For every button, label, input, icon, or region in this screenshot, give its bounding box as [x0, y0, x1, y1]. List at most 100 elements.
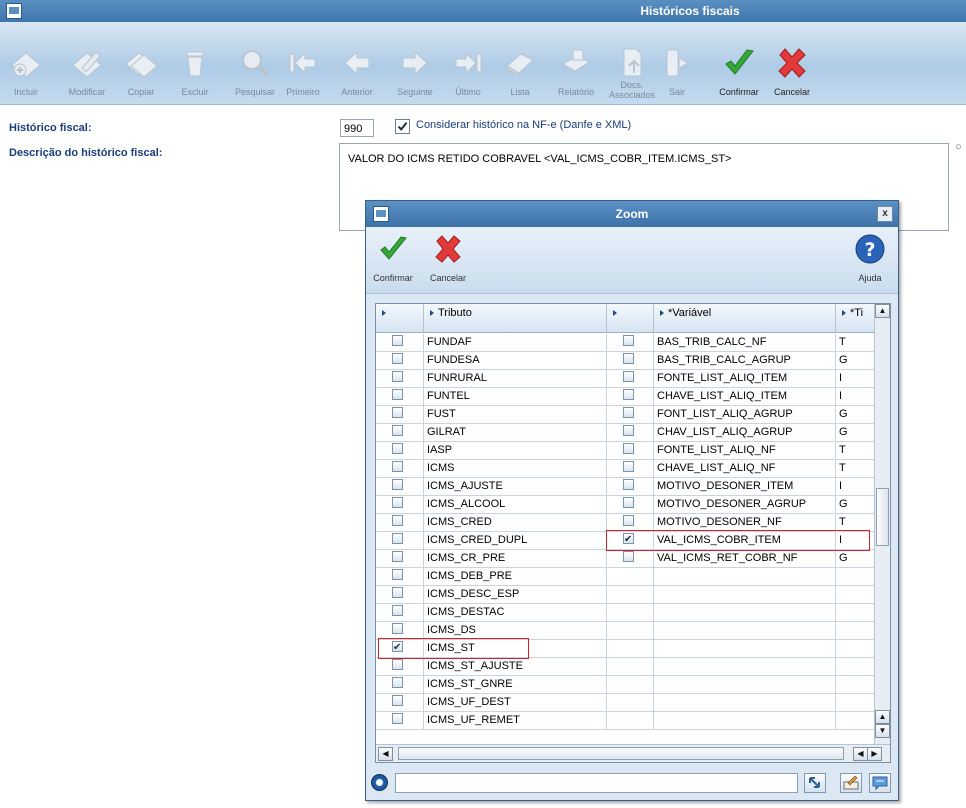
scroll-up-small-icon[interactable]: ▲ [875, 710, 890, 724]
table-row[interactable]: IASP FONTE_LIST_ALIQ_NF T [376, 442, 875, 460]
table-row[interactable]: ICMS_UF_REMET [376, 712, 875, 730]
tributo-checkbox[interactable] [392, 659, 403, 670]
tributo-checkbox[interactable] [392, 713, 403, 724]
toolbar-button-docs-[interactable]: Docs. Associados [605, 22, 659, 104]
table-row[interactable]: ICMS_DESC_ESP [376, 586, 875, 604]
table-row[interactable]: FUST FONT_LIST_ALIQ_AGRUP G [376, 406, 875, 424]
scroll-left-icon[interactable]: ◀ [378, 747, 393, 761]
toolbar-button-primeiro[interactable]: Primeiro [280, 22, 326, 104]
header-select-variavel[interactable] [607, 304, 654, 332]
toolbar-button-copiar[interactable]: Copiar [117, 22, 165, 104]
tributo-checkbox[interactable] [392, 371, 403, 382]
scroll-up-icon[interactable]: ▲ [875, 304, 890, 318]
horizontal-scrollbar[interactable]: ◀ ◀ ▶ [376, 744, 890, 762]
vertical-scroll-thumb[interactable] [876, 488, 889, 546]
toolbar-button-anterior[interactable]: Anterior [333, 22, 381, 104]
edge-scroll-icon: ○ [955, 141, 962, 153]
toolbar-button-cancelar[interactable]: Cancelar [767, 22, 817, 104]
tributo-select-cell [376, 532, 424, 549]
tributo-checkbox[interactable] [392, 479, 403, 490]
header-variavel[interactable]: *Variável [654, 304, 836, 332]
vertical-scrollbar[interactable]: ▲ ▲ ▼ [874, 304, 890, 744]
variavel-name-cell [654, 640, 836, 657]
toolbar-button-incluir[interactable]: Incluir [4, 22, 48, 104]
table-row[interactable]: ICMS CHAVE_LIST_ALIQ_NF T [376, 460, 875, 478]
header-select-tributo[interactable] [376, 304, 424, 332]
close-icon[interactable]: x [877, 206, 893, 222]
variavel-checkbox[interactable] [623, 479, 634, 490]
variavel-checkbox[interactable] [623, 407, 634, 418]
attachment-icon[interactable] [840, 773, 862, 793]
table-row[interactable]: ICMS_AJUSTE MOTIVO_DESONER_ITEM I [376, 478, 875, 496]
header-tributo[interactable]: Tributo [424, 304, 607, 332]
header-tipo[interactable]: *Ti [836, 304, 874, 332]
table-row[interactable]: ICMS_DESTAC [376, 604, 875, 622]
scroll-left-small-icon[interactable]: ◀ [853, 747, 868, 761]
table-row[interactable]: FUNRURAL FONTE_LIST_ALIQ_ITEM I [376, 370, 875, 388]
variavel-checkbox[interactable] [623, 335, 634, 346]
historico-code-field[interactable]: 990 [340, 119, 374, 137]
variavel-checkbox[interactable] [623, 425, 634, 436]
variavel-checkbox[interactable] [623, 353, 634, 364]
tributo-checkbox[interactable] [392, 497, 403, 508]
toolbar-button-excluir[interactable]: Excluir [176, 22, 214, 104]
tributo-checkbox[interactable] [392, 569, 403, 580]
tributo-checkbox[interactable] [392, 605, 403, 616]
toolbar-button-seguinte[interactable]: Seguinte [389, 22, 441, 104]
zoom-cancel-button[interactable]: Cancelar [423, 227, 473, 293]
toolbar-button-modificar[interactable]: Modificar [60, 22, 114, 104]
table-row[interactable]: ICMS_DEB_PRE [376, 568, 875, 586]
table-row[interactable]: FUNDESA BAS_TRIB_CALC_AGRUP G [376, 352, 875, 370]
table-row[interactable]: ICMS_ALCOOL MOTIVO_DESONER_AGRUP G [376, 496, 875, 514]
expand-icon[interactable] [804, 773, 826, 793]
toolbar-button-relat-rio[interactable]: Relatório [551, 22, 601, 104]
toolbar-button-lista[interactable]: Lista [501, 22, 539, 104]
tributo-checkbox[interactable] [392, 677, 403, 688]
considerar-checkbox[interactable] [395, 119, 410, 134]
variavel-checkbox[interactable] [623, 461, 634, 472]
variavel-checkbox[interactable] [623, 515, 634, 526]
status-orb-icon[interactable] [371, 774, 388, 791]
scroll-right-icon[interactable]: ▶ [867, 747, 882, 761]
tributo-checkbox[interactable] [392, 425, 403, 436]
toolbar-button-sair[interactable]: Sair [659, 22, 695, 104]
variavel-checkbox[interactable] [623, 497, 634, 508]
tributo-checkbox[interactable] [392, 335, 403, 346]
table-row[interactable]: FUNDAF BAS_TRIB_CALC_NF T [376, 334, 875, 352]
tributo-checkbox[interactable] [392, 443, 403, 454]
table-row[interactable]: ICMS_UF_DEST [376, 694, 875, 712]
variavel-name-cell: MOTIVO_DESONER_NF [654, 514, 836, 531]
table-row[interactable]: GILRAT CHAV_LIST_ALIQ_AGRUP G [376, 424, 875, 442]
tributo-checkbox[interactable] [392, 515, 403, 526]
tributo-checkbox[interactable] [392, 551, 403, 562]
toolbar-button--ltimo[interactable]: Último [446, 22, 490, 104]
table-row[interactable]: ICMS_ST_GNRE [376, 676, 875, 694]
variavel-tipo-cell: G [839, 552, 848, 564]
tributo-checkbox[interactable] [392, 353, 403, 364]
variavel-tipo-cell: I [839, 372, 843, 384]
scroll-down-icon[interactable]: ▼ [875, 724, 890, 738]
table-row[interactable]: FUNTEL CHAVE_LIST_ALIQ_ITEM I [376, 388, 875, 406]
table-row[interactable]: ICMS_ST_AJUSTE [376, 658, 875, 676]
zoom-confirm-button[interactable]: Confirmar [368, 227, 418, 293]
zoom-help-button[interactable]: ? Ajuda [850, 227, 890, 293]
tributo-checkbox[interactable] [392, 389, 403, 400]
red-x-icon [435, 235, 461, 263]
variavel-checkbox[interactable] [623, 551, 634, 562]
variavel-checkbox[interactable] [623, 371, 634, 382]
message-icon[interactable] [869, 773, 891, 793]
exit-door-icon [660, 46, 694, 80]
toolbar-button-confirmar[interactable]: Confirmar [711, 22, 767, 104]
tributo-checkbox[interactable] [392, 623, 403, 634]
tributo-name-cell: IASP [424, 442, 607, 459]
variavel-checkbox[interactable] [623, 443, 634, 454]
horizontal-scroll-thumb[interactable] [398, 747, 844, 760]
tributo-checkbox[interactable] [392, 407, 403, 418]
variavel-checkbox[interactable] [623, 389, 634, 400]
variavel-name-cell: BAS_TRIB_CALC_AGRUP [654, 352, 836, 369]
tributo-checkbox[interactable] [392, 695, 403, 706]
table-row[interactable]: ICMS_CR_PRE VAL_ICMS_RET_COBR_NF G [376, 550, 875, 568]
tributo-checkbox[interactable] [392, 587, 403, 598]
tributo-checkbox[interactable] [392, 533, 403, 544]
tributo-checkbox[interactable] [392, 461, 403, 472]
